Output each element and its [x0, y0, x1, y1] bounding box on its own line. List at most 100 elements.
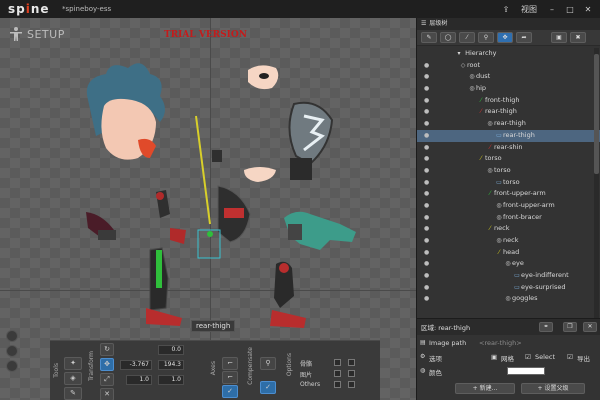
visibility-eye-icon[interactable]: ●: [424, 188, 429, 200]
local-axes-button[interactable]: ⌐: [222, 357, 238, 370]
rotate-value[interactable]: 0.0: [158, 345, 184, 355]
tree-save-button[interactable]: ▣: [551, 32, 567, 43]
tree-row[interactable]: ● ◎neck: [417, 235, 600, 247]
translate-tool-button[interactable]: ✥: [100, 358, 114, 371]
option-others-name-checkbox[interactable]: [348, 381, 355, 388]
tree-row[interactable]: ● ◎front-bracer: [417, 212, 600, 224]
title-bar: spine *spineboy-ess ⇪ 视图 – □ ✕: [0, 0, 600, 18]
tree-row[interactable]: ● ▭rear-thigh: [417, 129, 600, 142]
zoom-in-icon[interactable]: [6, 330, 18, 342]
tree-row[interactable]: ● ◎torso: [417, 165, 600, 177]
tree-filter-anims-button[interactable]: ➦: [516, 32, 532, 43]
tree-row[interactable]: ● ◎hip: [417, 83, 600, 95]
visibility-eye-icon[interactable]: ●: [424, 153, 429, 165]
visibility-eye-icon[interactable]: ●: [424, 60, 429, 72]
tree-scroll-thumb[interactable]: [594, 54, 599, 174]
scale-y-value[interactable]: 1.0: [158, 375, 184, 385]
tree-row[interactable]: ● ◎front-upper-arm: [417, 200, 600, 212]
tree-filter-bones-button[interactable]: ✎: [421, 32, 437, 43]
visibility-eye-icon[interactable]: ●: [424, 270, 429, 282]
maximize-icon[interactable]: □: [564, 5, 576, 14]
tree-row[interactable]: ● ◇ root: [417, 60, 600, 72]
compensate-images-button[interactable]: ✓: [260, 381, 276, 394]
option-others-checkbox[interactable]: [334, 381, 341, 388]
visibility-eye-icon[interactable]: ●: [424, 258, 429, 270]
visibility-eye-icon[interactable]: ●: [424, 282, 429, 294]
option-images-checkbox[interactable]: [334, 370, 341, 377]
visibility-eye-icon[interactable]: ●: [424, 165, 429, 177]
visibility-eye-icon[interactable]: ●: [424, 95, 429, 107]
hierarchy-header[interactable]: ▾ Hierarchy: [417, 48, 600, 60]
tree-row[interactable]: ● ◎dust: [417, 71, 600, 83]
option-bones-name-checkbox[interactable]: [348, 359, 355, 366]
shear-tool-button[interactable]: ✕: [100, 388, 114, 400]
create-tool-button[interactable]: ✎: [64, 387, 82, 400]
properties-copy-button[interactable]: ❐: [563, 322, 577, 332]
pose-tool-button[interactable]: ✦: [64, 357, 82, 370]
tree-filter-draw-button[interactable]: ⁄: [459, 32, 475, 43]
visibility-eye-icon[interactable]: ●: [424, 177, 429, 189]
tree-row[interactable]: ● ⁄ torso: [417, 153, 600, 165]
world-axes-button[interactable]: ✓: [222, 385, 238, 398]
mesh-checkbox[interactable]: ▣: [491, 353, 497, 361]
visibility-eye-icon[interactable]: ●: [424, 293, 429, 305]
visibility-eye-icon[interactable]: ●: [424, 71, 429, 83]
visibility-eye-icon[interactable]: ●: [424, 200, 429, 212]
new-button[interactable]: + 新建...: [455, 383, 515, 394]
tree-row[interactable]: ● ⁄ rear-thigh: [417, 106, 600, 118]
tree-row[interactable]: ● ◎goggles: [417, 293, 600, 305]
tree-row[interactable]: ● ◎rear-thigh: [417, 118, 600, 130]
tree-row[interactable]: ● ▭torso: [417, 177, 600, 189]
visibility-eye-icon[interactable]: ●: [424, 118, 429, 130]
visibility-eye-icon[interactable]: ●: [424, 142, 429, 154]
translate-y-value[interactable]: 194.3: [158, 360, 184, 370]
visibility-eye-icon[interactable]: ●: [424, 235, 429, 247]
image-path-value[interactable]: <rear-thigh>: [479, 339, 522, 347]
options-group-label: Options: [286, 353, 293, 377]
visibility-eye-icon[interactable]: ●: [424, 247, 429, 259]
bone-icon: ⁄: [480, 96, 482, 104]
tree-filter-constraint-button[interactable]: ⚲: [478, 32, 494, 43]
tree-row[interactable]: ● ⁄ front-upper-arm: [417, 188, 600, 200]
tree-row[interactable]: ● ▭eye-indifferent: [417, 270, 600, 282]
tree-row[interactable]: ● ⁄ head: [417, 247, 600, 259]
scale-tool-button[interactable]: ⤢: [100, 373, 114, 386]
compensate-bones-button[interactable]: ⚲: [260, 357, 276, 370]
tree-row[interactable]: ● ◎eye: [417, 258, 600, 270]
parent-axes-button[interactable]: ⌐: [222, 371, 238, 384]
export-checkbox[interactable]: ☑: [567, 353, 573, 361]
rotate-tool-button[interactable]: ↻: [100, 343, 114, 356]
visibility-eye-icon[interactable]: ●: [424, 130, 429, 142]
visibility-eye-icon[interactable]: ●: [424, 106, 429, 118]
tree-scrollbar[interactable]: [594, 48, 599, 318]
hierarchy-tree[interactable]: ▾ Hierarchy ● ◇ root ● ◎dust ● ◎hip ● ⁄ front-thi…: [417, 48, 600, 318]
zoom-out-icon[interactable]: [6, 345, 18, 357]
option-images-name-checkbox[interactable]: [348, 370, 355, 377]
select-checkbox[interactable]: ☑: [525, 353, 531, 361]
tree-row[interactable]: ● ▭eye-surprised: [417, 282, 600, 294]
visibility-eye-icon[interactable]: ●: [424, 212, 429, 224]
close-icon[interactable]: ✕: [582, 5, 594, 14]
weights-tool-button[interactable]: ◈: [64, 372, 82, 385]
tree-row[interactable]: ● ⁄ front-thigh: [417, 95, 600, 107]
tree-filter-skins-button[interactable]: ✥: [497, 32, 513, 43]
tree-row[interactable]: ● ⁄ neck: [417, 223, 600, 235]
tree-filter-slots-button[interactable]: ◯: [440, 32, 456, 43]
option-bones-checkbox[interactable]: [334, 359, 341, 366]
view-menu[interactable]: 视图: [518, 4, 540, 15]
tree-tab[interactable]: ☰ 层级树: [417, 18, 600, 30]
scale-x-value[interactable]: 1.0: [126, 375, 152, 385]
tree-delete-button[interactable]: ✖: [570, 32, 586, 43]
translate-x-value[interactable]: -3.767: [120, 360, 152, 370]
tree-row[interactable]: ● ⁄ rear-shin: [417, 142, 600, 154]
properties-link-button[interactable]: ⚭: [539, 322, 553, 332]
properties-close-button[interactable]: ✕: [583, 322, 597, 332]
zoom-reset-icon[interactable]: [6, 360, 18, 372]
export-icon[interactable]: ⇪: [500, 5, 512, 14]
tree-row-label: root: [467, 60, 481, 69]
minimize-icon[interactable]: –: [546, 5, 558, 14]
setup-parent-button[interactable]: + 设置父级: [521, 383, 585, 394]
visibility-eye-icon[interactable]: ●: [424, 223, 429, 235]
visibility-eye-icon[interactable]: ●: [424, 83, 429, 95]
color-swatch[interactable]: [507, 367, 545, 375]
